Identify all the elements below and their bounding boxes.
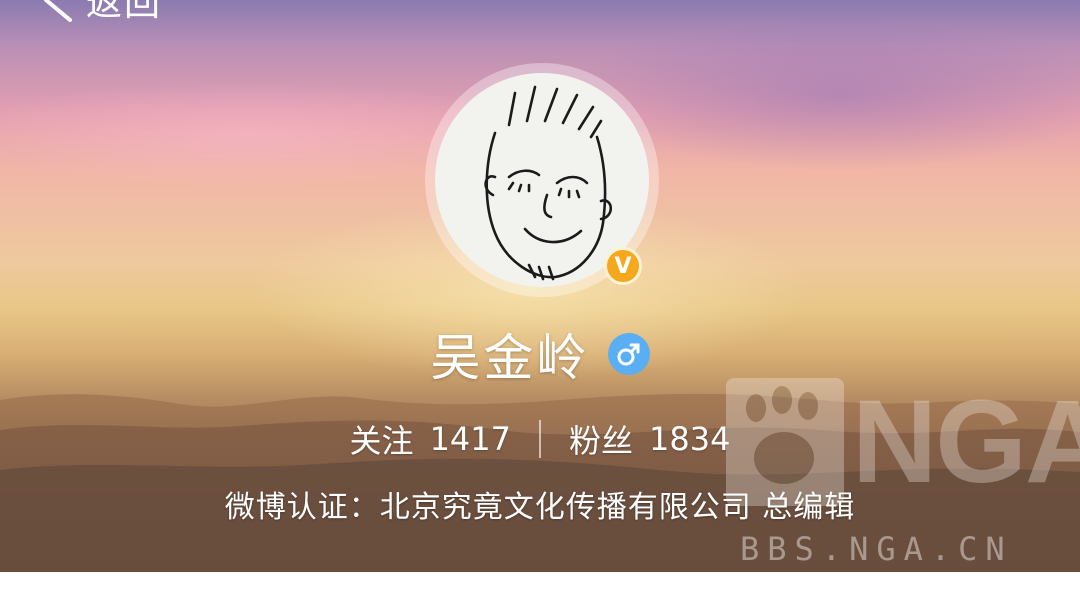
followers-label: 粉丝 — [569, 422, 634, 460]
watermark-url: BBS.NGA.CN — [740, 530, 1013, 568]
content-area — [0, 572, 1080, 596]
profile-name: 吴金岭 — [430, 329, 590, 387]
chevron-left-icon — [44, 0, 72, 22]
male-gender-icon — [607, 333, 650, 375]
following-stat[interactable]: 关注 1417 — [350, 416, 511, 462]
followers-stat[interactable]: 粉丝 1834 — [569, 416, 730, 462]
stats-divider — [539, 420, 541, 458]
following-label: 关注 — [349, 422, 414, 460]
followers-count: 1834 — [649, 420, 731, 458]
verified-badge-icon: V — [604, 247, 642, 285]
following-count: 1417 — [429, 420, 511, 458]
paw-icon — [726, 378, 844, 506]
back-label: 返回 — [86, 0, 163, 24]
back-button[interactable]: 返回 — [36, 0, 162, 24]
watermark-logo-text: NGA — [852, 376, 1080, 508]
watermark-logo: NGA — [726, 378, 1080, 506]
